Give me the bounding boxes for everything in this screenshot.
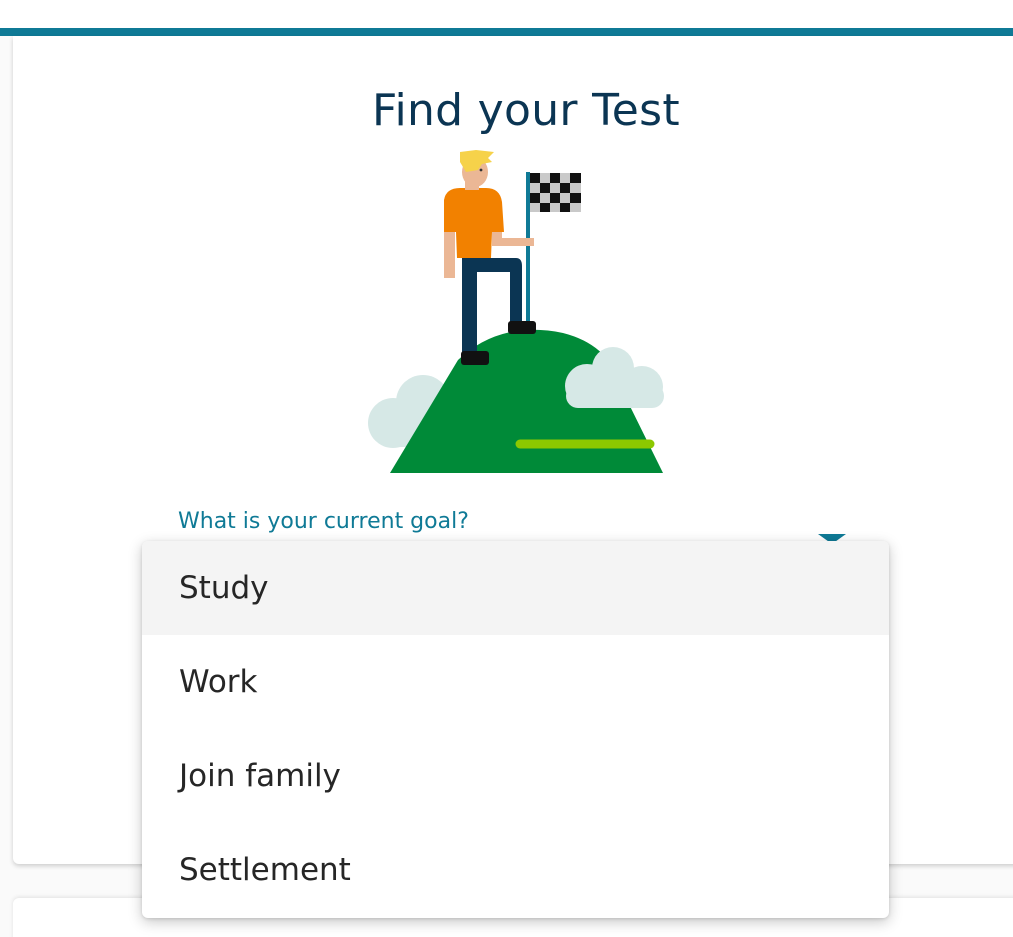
- person-figure: [444, 150, 536, 365]
- option-join-family[interactable]: Join family: [142, 729, 889, 823]
- goal-field-label: What is your current goal?: [178, 509, 469, 534]
- checkered-flag-icon: [530, 173, 581, 212]
- accent-bar: [0, 28, 1013, 36]
- option-settlement[interactable]: Settlement: [142, 823, 889, 917]
- flag-pole: [526, 172, 530, 334]
- goal-dropdown-menu: Study Work Join family Settlement: [142, 541, 889, 918]
- person-with-flag-on-hill-illustration: [368, 150, 664, 473]
- top-band: [0, 0, 1013, 28]
- page-title: Find your Test: [372, 85, 680, 136]
- option-study[interactable]: Study: [142, 541, 889, 635]
- option-work[interactable]: Work: [142, 635, 889, 729]
- page: Find your Test What is your current goal…: [0, 0, 1013, 937]
